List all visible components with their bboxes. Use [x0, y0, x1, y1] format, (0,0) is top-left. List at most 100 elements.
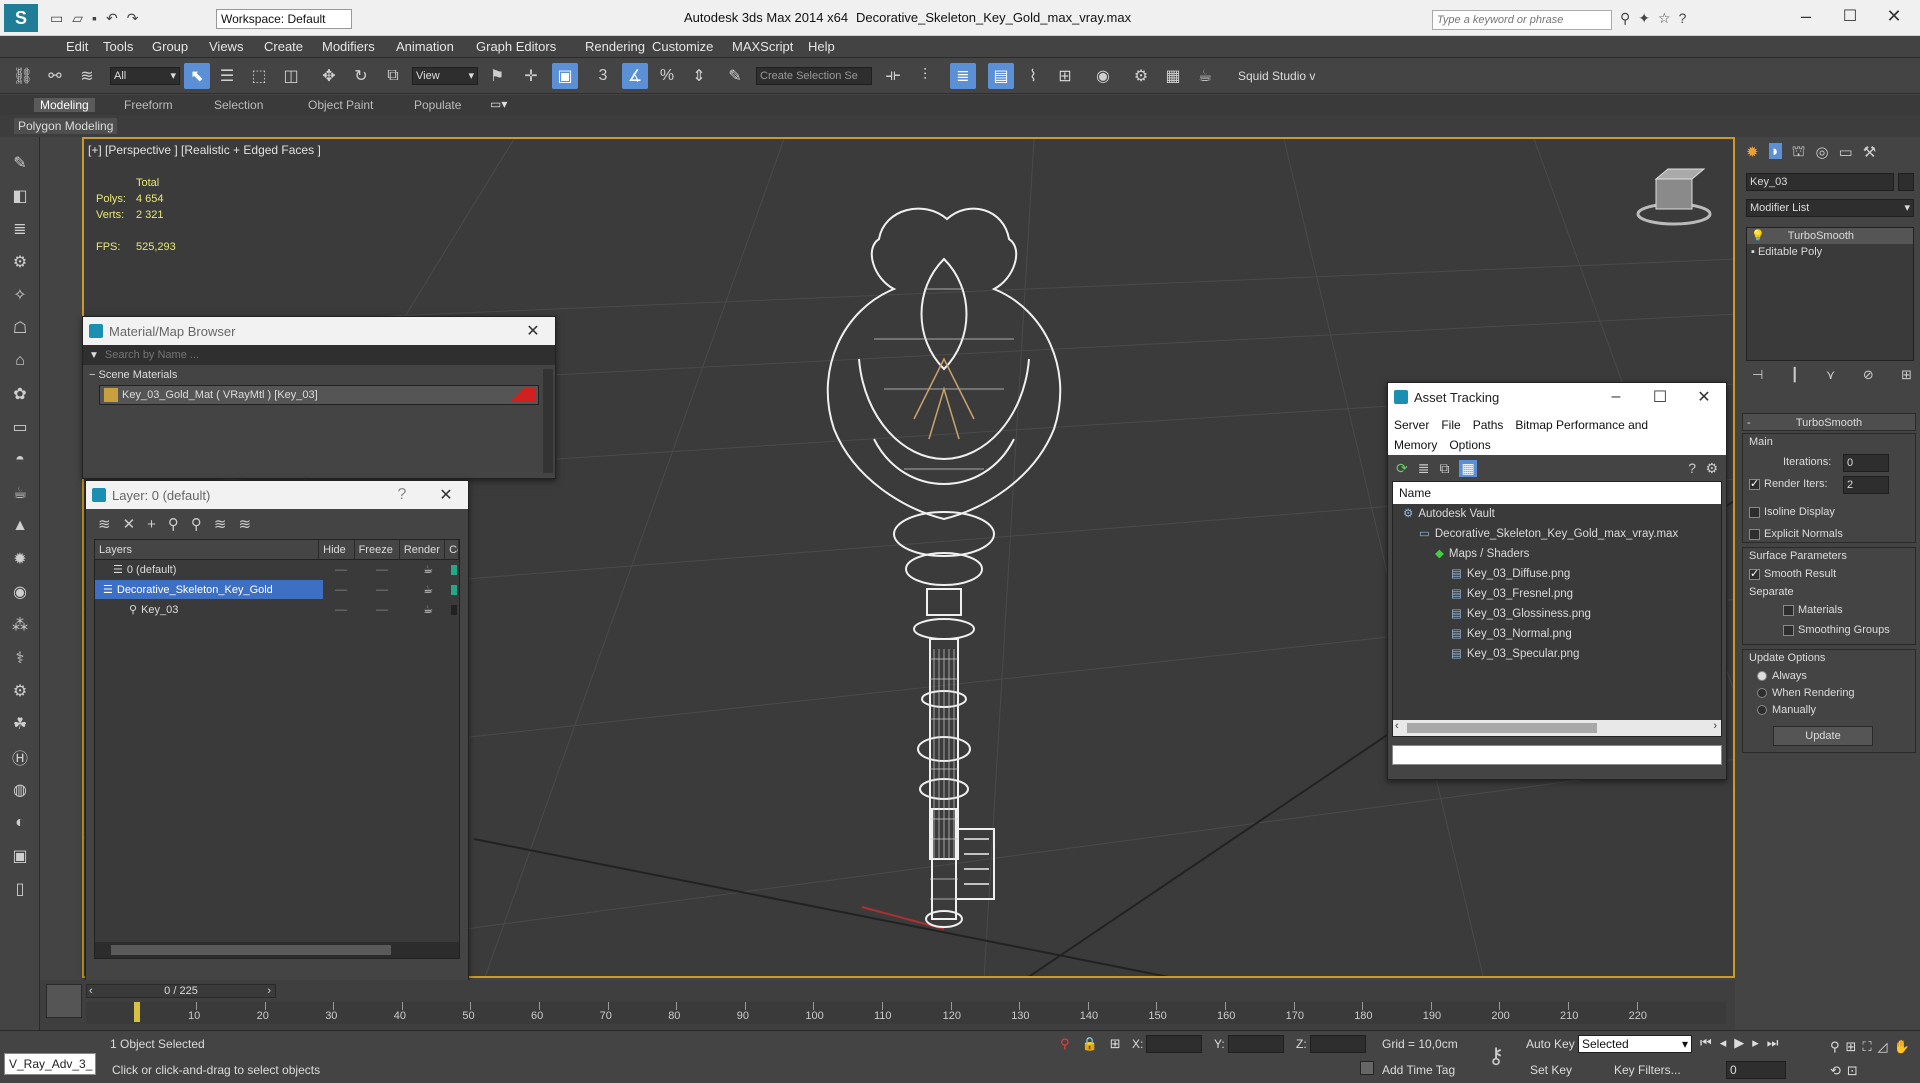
render-icon[interactable]: ✿ — [8, 382, 32, 406]
next-key-icon[interactable]: ▸ — [1752, 1035, 1767, 1050]
smoothing-groups-row[interactable]: Smoothing Groups — [1783, 624, 1890, 636]
asset-menu-paths[interactable]: Paths — [1473, 418, 1504, 432]
motion-tab-icon[interactable]: ◎ — [1815, 143, 1828, 161]
render-toggle-icon[interactable]: ☕ — [405, 560, 451, 579]
asset-row[interactable]: ▤ Key_03_Specular.png — [1393, 644, 1721, 664]
lightbulb-icon[interactable]: 💡 — [1751, 230, 1765, 242]
explicit-normals-row[interactable]: Explicit Normals — [1749, 528, 1843, 540]
when-rendering-radio-row[interactable]: When Rendering — [1757, 687, 1855, 699]
ribbon-options-icon[interactable]: ▭▾ — [490, 97, 507, 111]
close-icon[interactable]: ✕ — [424, 481, 468, 509]
select-by-name-icon[interactable]: ☰ — [214, 63, 240, 89]
maximize-viewport-icon[interactable]: ⊡ — [1847, 1063, 1864, 1078]
communication-icon[interactable]: ✦ — [1638, 10, 1658, 26]
menu-views[interactable]: Views — [209, 39, 243, 54]
smooth-result-checkbox[interactable] — [1749, 567, 1760, 580]
lock-icon[interactable]: ▣ — [8, 844, 32, 868]
layer-manager-titlebar[interactable]: Layer: 0 (default) ? ✕ — [86, 481, 468, 509]
selection-filter-dropdown[interactable]: All ▾ — [110, 67, 180, 85]
layer-column-render[interactable]: Render — [400, 540, 446, 559]
asset-row[interactable]: ▭ Decorative_Skeleton_Key_Gold_max_vray.m… — [1393, 524, 1721, 544]
pan-icon[interactable]: ✋ — [1894, 1039, 1916, 1054]
light-icon[interactable]: ✧ — [8, 283, 32, 307]
modifier-editable-poly[interactable]: ▪ Editable Poly — [1747, 244, 1913, 260]
squid-studio-label[interactable]: Squid Studio v — [1238, 69, 1315, 83]
render-iters-checkbox[interactable] — [1749, 477, 1760, 490]
material-search-input[interactable] — [104, 346, 555, 364]
prev-frame-icon[interactable]: ‹ — [89, 985, 93, 997]
utilities-tab-icon[interactable]: ⚒ — [1863, 143, 1876, 161]
when-rendering-radio[interactable] — [1757, 688, 1767, 699]
modify-tab-icon[interactable]: ◗ — [1768, 143, 1782, 160]
scale-icon[interactable]: ⧉ — [380, 63, 406, 89]
window-crossing-icon[interactable]: ◫ — [278, 63, 304, 89]
search-input[interactable] — [1432, 10, 1612, 30]
prev-key-icon[interactable]: ◂ — [1720, 1035, 1735, 1050]
curve-editor-icon[interactable]: ⌇ — [1020, 63, 1046, 89]
menu-create[interactable]: Create — [264, 39, 303, 54]
asset-menu-options[interactable]: Options — [1449, 438, 1490, 452]
mirror-icon[interactable]: ⟛ — [880, 63, 906, 89]
menu-group[interactable]: Group — [152, 39, 188, 54]
menu-graph-editors[interactable]: Graph Editors — [476, 39, 556, 54]
layer-column-hide[interactable]: Hide — [319, 540, 355, 559]
close-icon[interactable]: ✕ — [511, 317, 555, 345]
object-name-field[interactable]: Key_03 — [1746, 173, 1894, 191]
smoothing-groups-checkbox[interactable] — [1783, 624, 1794, 636]
close-icon[interactable]: ✕ — [1682, 383, 1726, 411]
hair-icon[interactable]: Ⓗ — [8, 745, 32, 769]
render-iters-row[interactable]: Render Iters: — [1749, 477, 1828, 490]
cone-icon[interactable]: ▲ — [8, 514, 32, 538]
pivot-center-icon[interactable]: ⚑ — [484, 63, 510, 89]
schematic-view-icon[interactable]: ⊞ — [1052, 63, 1078, 89]
material-browser-titlebar[interactable]: Material/Map Browser ✕ — [83, 317, 555, 345]
cloth-icon[interactable]: ◍ — [8, 778, 32, 802]
mini-curve-icon[interactable] — [46, 984, 82, 1018]
zoom-icon[interactable]: ⚲ — [1830, 1039, 1846, 1054]
render-production-icon[interactable]: ☕ — [1192, 63, 1218, 89]
move-icon[interactable]: ✥ — [316, 63, 342, 89]
zoom-extents-icon[interactable]: ⛶ — [1862, 1039, 1877, 1054]
layer-column-freeze[interactable]: Freeze — [355, 540, 400, 559]
monitor-icon[interactable]: ▯ — [8, 877, 32, 901]
maximize-button[interactable]: ☐ — [1830, 6, 1870, 26]
select-in-layer-icon[interactable]: ⚲ — [168, 515, 179, 533]
asset-help-icon[interactable]: ? — [1688, 460, 1696, 476]
timeline-playhead[interactable] — [134, 1002, 140, 1022]
materials-row[interactable]: Materials — [1783, 604, 1843, 616]
sun-icon[interactable]: ✹ — [8, 547, 32, 571]
asset-column-header[interactable]: Name — [1393, 482, 1721, 504]
asset-row[interactable]: ▤ Key_03_Normal.png — [1393, 624, 1721, 644]
menu-animation[interactable]: Animation — [396, 39, 454, 54]
reference-coordinate-dropdown[interactable]: View ▾ — [412, 67, 478, 85]
key-icon[interactable]: ⚷ — [1488, 1043, 1504, 1069]
y-coord-field[interactable] — [1228, 1035, 1284, 1053]
always-radio[interactable] — [1757, 671, 1767, 682]
menu-help[interactable]: Help — [808, 39, 835, 54]
layer-row[interactable]: ☰ 0 (default) –– –– ☕ — [95, 560, 459, 580]
layer-explorer-icon[interactable]: ≣ — [950, 63, 976, 89]
add-to-layer-icon[interactable]: + — [147, 516, 156, 533]
asset-settings-icon[interactable]: ⚙ — [1705, 460, 1718, 477]
manually-radio-row[interactable]: Manually — [1757, 704, 1816, 716]
help-icon[interactable]: ? — [1679, 10, 1695, 26]
hide-toggle[interactable]: –– — [323, 600, 359, 619]
globe-icon[interactable]: ◐ — [8, 811, 32, 835]
time-slider[interactable]: ‹ 0 / 225 › — [86, 984, 276, 998]
open-file-icon[interactable]: ▱ — [72, 10, 92, 26]
asset-row[interactable]: ▤ Key_03_Fresnel.png — [1393, 584, 1721, 604]
material-item[interactable]: Key_03_Gold_Mat ( VRayMtl ) [Key_03] — [99, 385, 539, 405]
key-set-dropdown[interactable]: Selected ▾ — [1578, 1035, 1692, 1053]
play-icon[interactable]: ▶ — [1734, 1035, 1752, 1050]
smooth-result-row[interactable]: Smooth Result — [1749, 567, 1836, 580]
favorites-icon[interactable]: ☆ — [1658, 10, 1679, 26]
render-toggle-icon[interactable]: ☕ — [405, 600, 451, 619]
next-frame-icon[interactable]: › — [267, 985, 271, 997]
isoline-checkbox[interactable] — [1749, 506, 1760, 518]
keyboard-shortcut-override-icon[interactable]: ▣ — [552, 63, 578, 89]
new-file-icon[interactable]: ▭ — [50, 10, 72, 26]
isolate-icon[interactable]: ⚲ — [1060, 1036, 1082, 1051]
gear-icon[interactable]: ⚙ — [8, 679, 32, 703]
current-frame-field[interactable]: 0 — [1726, 1061, 1786, 1079]
workspace-dropdown[interactable]: Workspace: Default — [216, 9, 352, 29]
